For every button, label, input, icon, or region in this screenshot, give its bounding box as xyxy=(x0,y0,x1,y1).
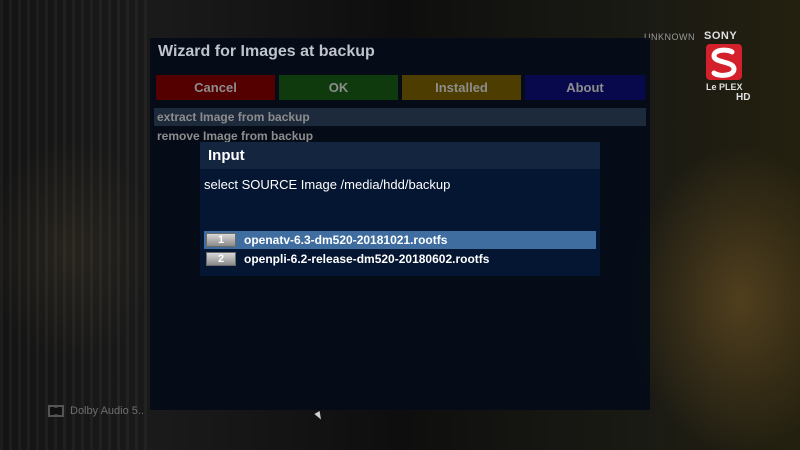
list-item-label: openatv-6.3-dm520-20181021.rootfs xyxy=(244,233,448,247)
list-item-number-badge: 2 xyxy=(206,252,236,266)
background-stripes xyxy=(0,0,150,450)
audio-badge-label: Dolby Audio 5.. xyxy=(70,405,144,417)
input-dialog-prompt: select SOURCE Image /media/hdd/backup xyxy=(204,177,451,192)
list-item-number-badge: 1 xyxy=(206,233,236,247)
input-dialog-title: Input xyxy=(200,142,600,169)
dolby-icon xyxy=(48,405,64,417)
logo-brand-text: SONY xyxy=(704,30,738,42)
cancel-button[interactable]: Cancel xyxy=(156,75,275,100)
channel-logo: UNKNOWN SONY Le PLEX HD xyxy=(644,30,754,105)
about-button[interactable]: About xyxy=(525,75,645,100)
wizard-title: Wizard for Images at backup xyxy=(158,43,375,60)
logo-status-text: UNKNOWN xyxy=(644,32,695,42)
input-dialog: Input select SOURCE Image /media/hdd/bac… xyxy=(200,142,600,276)
sony-s-logo-icon xyxy=(706,44,742,80)
logo-channel-text: Le PLEX xyxy=(706,82,743,92)
list-item-image-1[interactable]: 1 openatv-6.3-dm520-20181021.rootfs xyxy=(204,231,596,249)
installed-button[interactable]: Installed xyxy=(402,75,521,100)
logo-quality-text: HD xyxy=(736,92,751,103)
audio-badge: Dolby Audio 5.. xyxy=(48,404,144,418)
list-item-image-2[interactable]: 2 openpli-6.2-release-dm520-20180602.roo… xyxy=(204,250,596,268)
menu-item-extract-image[interactable]: extract Image from backup xyxy=(154,108,646,126)
ok-button[interactable]: OK xyxy=(279,75,398,100)
list-item-label: openpli-6.2-release-dm520-20180602.rootf… xyxy=(244,252,490,266)
